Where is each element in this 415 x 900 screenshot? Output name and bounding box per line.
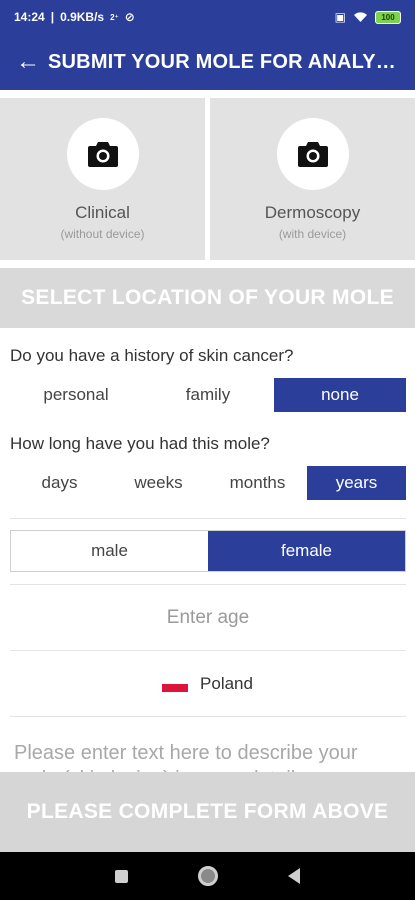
duration-option-days[interactable]: days (10, 466, 109, 500)
gender-option-female[interactable]: female (208, 531, 405, 571)
photo-options: Clinical (without device) Dermoscopy (wi… (0, 98, 415, 260)
back-icon[interactable] (288, 868, 300, 884)
duration-option-years[interactable]: years (307, 466, 406, 500)
battery-level: 100 (381, 12, 395, 22)
camera-icon (297, 142, 328, 167)
dnd-icon: ⊘ (124, 10, 135, 24)
dermoscopy-label: Dermoscopy (264, 203, 361, 222)
status-left: 14:24 | 0.9KB/s 2⁺ ⊘ (14, 10, 135, 24)
duration-option-months[interactable]: months (208, 466, 307, 500)
sim-icon: ▣ (334, 10, 346, 24)
data-indicator-icon: 2⁺ (110, 12, 119, 22)
clock: 14:24 (14, 10, 45, 24)
poland-flag-icon (162, 676, 189, 692)
page-title: SUBMIT YOUR MOLE FOR ANALY… (48, 50, 397, 73)
wifi-icon (354, 12, 367, 22)
app-bar: ← SUBMIT YOUR MOLE FOR ANALY… (0, 34, 415, 90)
home-icon[interactable] (198, 866, 218, 886)
camera-circle (66, 118, 139, 190)
divider (10, 716, 406, 717)
dermoscopy-photo-button[interactable]: Dermoscopy (with device) (210, 98, 415, 260)
history-question: Do you have a history of skin cancer? (10, 346, 294, 365)
battery-icon: 100 (375, 10, 401, 24)
select-location-button[interactable]: SELECT LOCATION OF YOUR MOLE (0, 268, 415, 328)
description-textarea[interactable] (14, 740, 400, 772)
duration-option-weeks[interactable]: weeks (109, 466, 208, 500)
country-selector[interactable]: Poland (0, 670, 415, 698)
dermoscopy-sublabel: (with device) (278, 227, 347, 241)
gender-selector: male female (10, 530, 406, 572)
clinical-photo-button[interactable]: Clinical (without device) (0, 98, 205, 260)
gender-option-male[interactable]: male (11, 531, 208, 571)
system-navigation-bar (0, 852, 415, 900)
history-option-personal[interactable]: personal (10, 378, 142, 412)
submit-button[interactable]: PLEASE COMPLETE FORM ABOVE (0, 772, 415, 852)
clinical-label: Clinical (75, 203, 130, 222)
camera-icon (87, 142, 118, 167)
status-separator: | (50, 10, 55, 24)
status-bar: 14:24 | 0.9KB/s 2⁺ ⊘ ▣ 100 (0, 0, 415, 34)
history-options: personal family none (10, 378, 406, 412)
network-speed: 0.9KB/s (60, 10, 105, 24)
duration-question: How long have you had this mole? (10, 434, 270, 453)
duration-options: days weeks months years (10, 466, 406, 500)
recents-icon[interactable] (115, 869, 128, 883)
country-name: Poland (200, 674, 253, 693)
divider (10, 584, 406, 585)
history-option-family[interactable]: family (142, 378, 274, 412)
divider (10, 518, 406, 519)
camera-circle (276, 118, 349, 190)
divider (10, 650, 406, 651)
clinical-sublabel: (without device) (60, 227, 145, 241)
history-option-none[interactable]: none (274, 378, 406, 412)
status-right: ▣ 100 (335, 10, 401, 24)
back-arrow-icon[interactable]: ← (16, 50, 40, 74)
age-input[interactable] (10, 598, 406, 638)
